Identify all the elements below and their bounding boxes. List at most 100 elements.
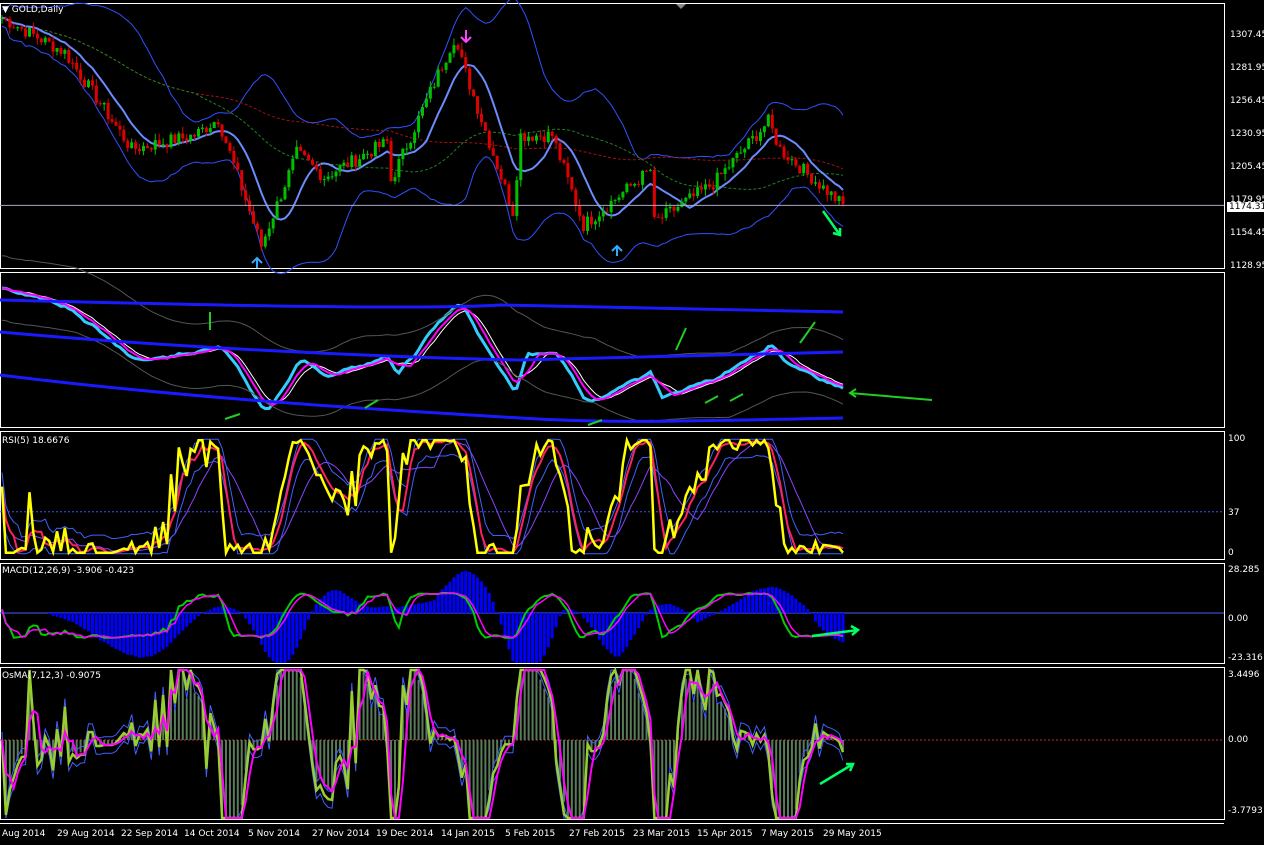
candle-body <box>802 163 806 174</box>
candle-body <box>735 153 739 158</box>
rsi-tick-label: 100 <box>1228 434 1246 444</box>
candle-body <box>751 136 755 139</box>
candle-body <box>554 135 558 144</box>
candle-body <box>8 19 12 28</box>
x-axis-label: 22 Sep 2014 <box>121 829 179 839</box>
candle-body <box>456 45 460 50</box>
candle-body <box>723 168 727 174</box>
candle-body <box>83 79 87 88</box>
candle-body <box>0 17 4 19</box>
candle-body <box>157 140 161 146</box>
candle-body <box>774 128 778 145</box>
candle-body <box>299 146 303 151</box>
x-axis-label: 15 Apr 2015 <box>697 829 753 839</box>
price-tick-label: 1281.95 <box>1230 63 1264 73</box>
candle-body <box>582 215 586 231</box>
candle-body <box>385 139 389 141</box>
candle-body <box>204 127 208 133</box>
candle-body <box>743 148 747 153</box>
candle-body <box>118 125 122 130</box>
candle-body <box>672 206 676 211</box>
candle-body <box>715 172 719 190</box>
candle-body <box>440 69 444 71</box>
candle-body <box>566 163 570 178</box>
candle-body <box>534 135 538 141</box>
candle-body <box>224 136 228 144</box>
rsi-tick-label: 37 <box>1228 508 1240 518</box>
candle-body <box>110 119 114 122</box>
candle-body <box>181 133 185 139</box>
candle-body <box>200 127 204 129</box>
candle-body <box>346 162 350 167</box>
price-tick-label: 1154.45 <box>1230 228 1264 238</box>
candle-body <box>476 96 480 114</box>
candle-body <box>841 196 845 204</box>
candle-body <box>208 128 212 133</box>
candle-body <box>369 153 373 157</box>
candle-body <box>342 162 346 166</box>
candle-body <box>134 142 138 149</box>
candle-body <box>782 146 786 158</box>
x-axis-label: 7 May 2015 <box>761 829 814 839</box>
candle-body <box>252 211 256 224</box>
candle-body <box>676 206 680 211</box>
candle-body <box>589 216 593 225</box>
candle-body <box>460 49 464 58</box>
candle-body <box>645 170 649 172</box>
candle-body <box>196 128 200 137</box>
candle-body <box>338 165 342 172</box>
candle-body <box>193 134 197 137</box>
candle-body <box>786 157 790 161</box>
candle-body <box>700 187 704 190</box>
macd-title: MACD(12,26,9) -3.906 -0.423 <box>2 566 135 576</box>
candle-body <box>762 126 766 133</box>
candle-body <box>464 57 468 69</box>
candle-body <box>448 53 452 63</box>
candle-body <box>185 138 189 141</box>
candle-body <box>825 185 829 195</box>
candle-body <box>397 159 401 178</box>
symbol-title-text: GOLD,Daily <box>11 5 64 15</box>
candle-body <box>275 201 279 219</box>
candle-body <box>405 148 409 150</box>
candle-body <box>468 68 472 90</box>
candle-body <box>216 122 220 125</box>
candle-body <box>688 193 692 198</box>
x-axis-label: 27 Feb 2015 <box>569 829 626 839</box>
candle-body <box>114 121 118 126</box>
candle-body <box>71 62 75 64</box>
candle-body <box>817 182 821 189</box>
candle-body <box>161 144 165 146</box>
candle-body <box>656 216 660 218</box>
candle-body <box>531 136 535 141</box>
candle-body <box>326 176 330 180</box>
candle-body <box>102 102 106 105</box>
candle-body <box>145 145 149 148</box>
x-axis-label: 29 May 2015 <box>823 829 882 839</box>
candle-body <box>79 69 83 80</box>
candle-body <box>413 132 417 143</box>
candle-body <box>813 182 817 184</box>
candle-body <box>255 223 259 230</box>
candle-body <box>613 199 617 201</box>
candle-body <box>511 204 515 216</box>
candle-body <box>307 154 311 160</box>
candle-body <box>291 158 295 171</box>
candle-body <box>755 136 759 141</box>
candle-body <box>558 143 562 160</box>
candle-body <box>244 190 248 201</box>
price-tick-label: 1230.95 <box>1230 129 1264 139</box>
osma-tick-label: 0.00 <box>1228 735 1249 745</box>
candle-body <box>833 191 837 201</box>
candle-body <box>546 131 550 143</box>
candle-body <box>106 102 110 120</box>
candle-body <box>538 135 542 137</box>
candle-body <box>601 211 605 217</box>
candle-body <box>597 216 601 222</box>
collapse-triangle-icon[interactable]: ▼ <box>2 5 9 15</box>
osma-title: OsMA(7,12,3) -0.9075 <box>2 671 101 681</box>
candle-body <box>130 142 134 148</box>
candle-body <box>747 138 751 149</box>
candle-body <box>373 141 377 157</box>
candle-body <box>593 221 597 225</box>
